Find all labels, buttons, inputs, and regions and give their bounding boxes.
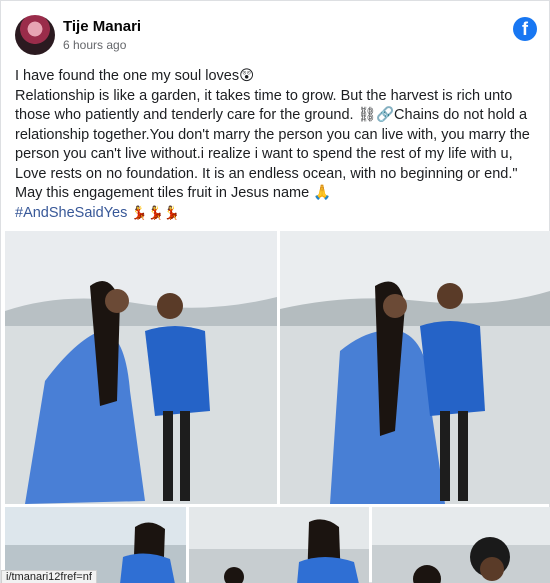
- post-photo[interactable]: [280, 231, 550, 504]
- facebook-icon[interactable]: f: [513, 17, 537, 41]
- hashtag-line: #AndSheSaidYes 💃💃💃: [15, 204, 539, 224]
- facebook-post: Tije Manari 6 hours ago f I have found t…: [0, 0, 550, 583]
- post-header: Tije Manari 6 hours ago f: [15, 15, 537, 55]
- post-photo[interactable]: [372, 507, 550, 583]
- status-bar-url: i/tmanari12fref=nf: [1, 570, 97, 583]
- post-paragraph: Relationship is like a garden, it takes …: [15, 87, 530, 202]
- post-paragraph: I have found the one my soul loves😲: [15, 68, 255, 84]
- post-timestamp[interactable]: 6 hours ago: [63, 38, 126, 52]
- post-photo[interactable]: [189, 507, 369, 583]
- author-name[interactable]: Tije Manari: [63, 18, 141, 35]
- hashtag-link[interactable]: #AndSheSaidYes: [15, 205, 127, 221]
- dancer-emoji: 💃💃💃: [131, 205, 180, 221]
- avatar[interactable]: [15, 15, 55, 55]
- post-text: I have found the one my soul loves😲 Rela…: [15, 67, 539, 223]
- post-photo[interactable]: [5, 231, 277, 504]
